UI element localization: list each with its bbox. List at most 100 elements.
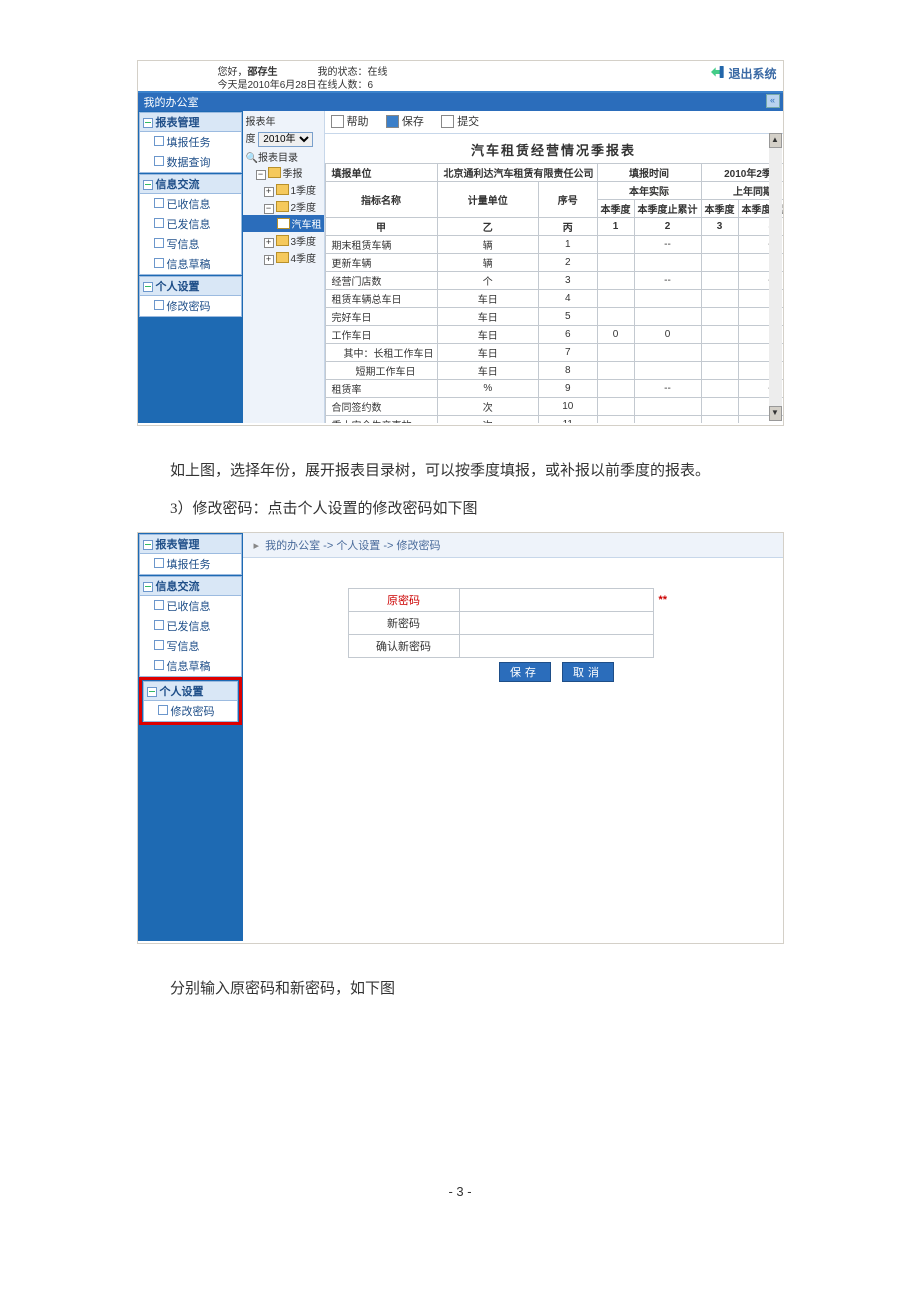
tree-node-quarter[interactable]: +1季度 [246, 181, 321, 198]
help-button[interactable]: 帮助 [331, 113, 369, 129]
online-count: 在线人数：6 [318, 76, 374, 91]
pw-save-button[interactable]: 保存 [499, 662, 551, 682]
topbar: 您好，邵存生 我的状态：在线 今天是2010年6月28日 在线人数：6 退出系统 [138, 61, 783, 93]
cell[interactable] [634, 290, 701, 308]
item-icon [154, 300, 164, 310]
item-icon [154, 620, 164, 630]
tree-panel: 报表年 度 2010年 🔍报表目录 −季报 +1季度−2季度汽车租+3季度+4季… [243, 111, 325, 423]
item-icon [154, 640, 164, 650]
cell[interactable]: 0 [634, 326, 701, 344]
workspace-bar: 我的办公室 « [138, 93, 783, 111]
sidebar-group[interactable]: 个人设置 [139, 276, 242, 296]
item-icon [154, 198, 164, 208]
sidebar-group[interactable]: 报表管理 [139, 534, 242, 554]
sidebar-item[interactable]: 填报任务 [139, 132, 242, 152]
save-icon [386, 115, 399, 128]
cell[interactable] [701, 308, 738, 326]
cell[interactable]: -- [634, 272, 701, 290]
table-row: 工作车日车日600 [325, 326, 783, 344]
sidebar-item[interactable]: 填报任务 [139, 554, 242, 575]
body-paragraphs-2: 分别输入原密码和新密码，如下图 [140, 974, 780, 1004]
tree-node-quarter[interactable]: +4季度 [246, 249, 321, 266]
cell[interactable] [597, 272, 634, 290]
table-row: 完好车日车日5 [325, 308, 783, 326]
crumb-mid[interactable]: 个人设置 [336, 540, 380, 552]
sidebar-item[interactable]: 修改密码 [143, 701, 238, 722]
cell[interactable] [701, 272, 738, 290]
sidebar-group[interactable]: 报表管理 [139, 112, 242, 132]
cell[interactable] [597, 254, 634, 272]
year-select[interactable]: 2010年 [258, 132, 313, 147]
cell[interactable] [597, 344, 634, 362]
table-row: 重大安全生产事故次11 [325, 416, 783, 424]
collapse-icon [143, 582, 153, 592]
cell[interactable] [701, 344, 738, 362]
submit-button[interactable]: 提交 [441, 113, 479, 129]
cell[interactable] [701, 254, 738, 272]
sidebar-item[interactable]: 信息草稿 [139, 254, 242, 275]
new-pw-label: 新密码 [348, 612, 459, 635]
cell[interactable] [634, 344, 701, 362]
cell[interactable] [701, 398, 738, 416]
sidebar-item[interactable]: 已发信息 [139, 214, 242, 234]
logout-button[interactable]: 退出系统 [709, 64, 776, 83]
cell[interactable] [634, 416, 701, 424]
old-pw-input[interactable] [465, 593, 644, 607]
sidebar-item[interactable]: 写信息 [139, 636, 242, 656]
tree-node-quarter[interactable]: −2季度 [246, 198, 321, 215]
sidebar-item[interactable]: 已发信息 [139, 616, 242, 636]
cell[interactable] [597, 308, 634, 326]
sidebar-group[interactable]: 信息交流 [139, 174, 242, 194]
cell[interactable] [701, 326, 738, 344]
sidebar-group[interactable]: 信息交流 [139, 576, 242, 596]
cell[interactable] [701, 380, 738, 398]
report-pane: 帮助 保存 提交 汽车租赁经营情况季报表 填报单位 北京通利达汽车租赁有限责任公… [325, 111, 783, 423]
scroll-up-icon[interactable]: ▲ [769, 133, 782, 148]
sidebar-item[interactable]: 修改密码 [139, 296, 242, 317]
cell[interactable] [597, 236, 634, 254]
crumb-leaf: 修改密码 [397, 540, 441, 552]
sidebar-item[interactable]: 已收信息 [139, 194, 242, 214]
password-pane: ▸ 我的办公室 -> 个人设置 -> 修改密码 原密码 ** 新密码 [243, 533, 783, 941]
confirm-pw-label: 确认新密码 [348, 635, 459, 658]
sidebar-item[interactable]: 信息草稿 [139, 656, 242, 677]
cell[interactable] [701, 290, 738, 308]
scroll-down-icon[interactable]: ▼ [769, 406, 782, 421]
cell[interactable] [597, 380, 634, 398]
cell[interactable] [597, 416, 634, 424]
cell[interactable] [597, 398, 634, 416]
old-pw-label: 原密码 [348, 589, 459, 612]
table-row: 租赁车辆总车日车日4 [325, 290, 783, 308]
item-icon [158, 705, 168, 715]
cell[interactable]: -- [634, 236, 701, 254]
tree-node-quarter[interactable]: +3季度 [246, 232, 321, 249]
cell[interactable] [701, 236, 738, 254]
cell[interactable] [701, 362, 738, 380]
cell[interactable] [597, 362, 634, 380]
cell[interactable] [701, 416, 738, 424]
collapse-icon [143, 118, 153, 128]
scrollbar[interactable]: ▲ ▼ [769, 133, 782, 421]
breadcrumb: ▸ 我的办公室 -> 个人设置 -> 修改密码 [243, 533, 783, 558]
tree-leaf-selected[interactable]: 汽车租 [243, 215, 324, 232]
sidebar-item[interactable]: 已收信息 [139, 596, 242, 616]
tree-node-root[interactable]: −季报 [246, 164, 321, 181]
crumb-root[interactable]: 我的办公室 [265, 540, 320, 552]
save-button[interactable]: 保存 [386, 113, 424, 129]
collapse-icon[interactable]: « [766, 94, 780, 108]
cell[interactable]: 0 [597, 326, 634, 344]
cell[interactable] [634, 362, 701, 380]
sidebar-item[interactable]: 数据查询 [139, 152, 242, 173]
cell[interactable] [634, 398, 701, 416]
cell[interactable] [634, 308, 701, 326]
cell[interactable] [597, 290, 634, 308]
sidebar-group[interactable]: 个人设置 [143, 681, 238, 701]
cell[interactable] [634, 254, 701, 272]
sidebar-item[interactable]: 写信息 [139, 234, 242, 254]
confirm-pw-input[interactable] [465, 639, 644, 653]
cell[interactable]: -- [634, 380, 701, 398]
collapse-icon [143, 180, 153, 190]
sidebar-2: 报表管理填报任务信息交流已收信息已发信息写信息信息草稿个人设置修改密码 [138, 533, 243, 941]
pw-cancel-button[interactable]: 取消 [562, 662, 614, 682]
new-pw-input[interactable] [465, 616, 644, 630]
